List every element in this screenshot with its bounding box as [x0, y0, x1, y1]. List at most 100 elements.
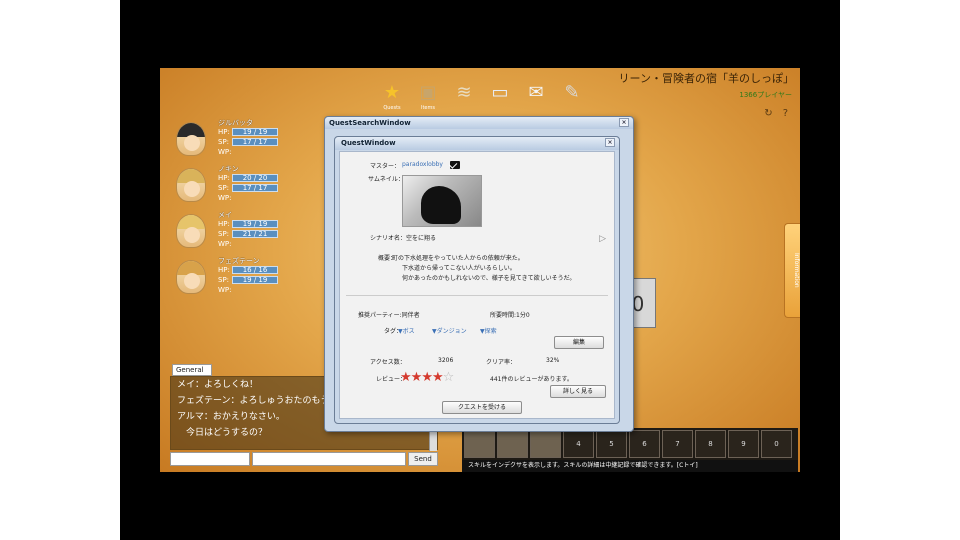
star-filled-icon: ★ [400, 370, 412, 385]
wp-label: WP: [218, 148, 232, 156]
sp-label: SP: [218, 230, 230, 238]
hp-label: HP: [218, 266, 230, 274]
details-button[interactable]: 詳しく見る [550, 385, 606, 398]
master-label: マスター： [370, 163, 401, 170]
hotbar-slot[interactable]: 5 [596, 430, 627, 458]
tag-link[interactable]: ▼探索 [480, 326, 497, 335]
party-member[interactable]: フェズテーン HP: 16 / 16 SP: 19 / 19 WP: [170, 254, 310, 300]
window-icon: ▭ [491, 82, 509, 103]
window-titlebar[interactable]: QuestWindow × [335, 137, 619, 150]
player-count: 1366プレイヤー [739, 91, 792, 99]
mail-icon: ✉ [528, 82, 544, 103]
accept-quest-button[interactable]: クエストを受ける [442, 401, 522, 414]
chat-channel-select[interactable] [170, 452, 250, 466]
tag-link[interactable]: ▼ダンジョン [432, 326, 467, 335]
hotbar-slot[interactable] [530, 430, 561, 458]
hp-value: 19 / 19 [232, 220, 278, 228]
avatar[interactable] [176, 122, 206, 156]
star-filled-icon: ★ [410, 370, 423, 385]
information-tab[interactable]: Information [784, 223, 800, 318]
arrow-right-icon[interactable]: ▷ [599, 234, 606, 244]
mail-icon[interactable] [450, 161, 460, 169]
toolbar-button[interactable]: ▣ Items [414, 82, 442, 112]
hotbar-slot[interactable]: 4 [563, 430, 594, 458]
send-button[interactable]: Send [408, 452, 438, 466]
toolbar-button[interactable]: ✉ [522, 82, 550, 112]
avatar-face [184, 273, 200, 289]
time-required: 所要時間:1分0 [490, 312, 530, 319]
clear-rate-label: クリア率： [486, 359, 517, 366]
thumbnail-label: サムネイル： [368, 176, 404, 183]
summary-line: 町の下水処理をやっていた人からの依頼が来た。 [392, 255, 524, 262]
window-titlebar[interactable]: QuestSearchWindow × [325, 117, 633, 129]
member-name: フェズテーン [218, 257, 260, 265]
quill-icon: ✎ [564, 82, 580, 103]
rating-stars: ★★★★☆ [400, 370, 455, 385]
sp-value: 19 / 19 [232, 276, 278, 284]
member-name: ジルバッタ [218, 119, 253, 127]
close-icon[interactable]: × [605, 138, 615, 147]
master-link[interactable]: paradoxlobby [402, 161, 443, 168]
sp-label: SP: [218, 138, 230, 146]
wp-label: WP: [218, 194, 232, 202]
hp-label: HP: [218, 220, 230, 228]
hp-value: 19 / 19 [232, 128, 278, 136]
quest-thumbnail [402, 175, 482, 227]
hotbar-hint: スキルをインデクサを表示します。スキルの詳細は中継記録で確認できます。[Cトイ] [462, 460, 798, 472]
party-member[interactable]: メイ HP: 19 / 19 SP: 21 / 21 WP: [170, 208, 310, 254]
toolbar-button[interactable]: ✎ [558, 82, 586, 112]
summary-line: 下水道から帰ってこない人がいるらしい。 [402, 265, 516, 272]
hotbar-slot[interactable]: 9 [728, 430, 759, 458]
party-member[interactable]: ジルバッタ HP: 19 / 19 SP: 17 / 17 WP: [170, 116, 310, 162]
hotbar-slot[interactable] [464, 430, 495, 458]
summary-line: 何かあったのかもしれないので、様子を見てきて欲しいそうだ。 [402, 275, 576, 282]
hp-value: 16 / 16 [232, 266, 278, 274]
scenario-name: シナリオ名：空をに翔る [370, 235, 437, 242]
hotbar-slot[interactable]: 6 [629, 430, 660, 458]
access-count: 3206 [438, 357, 454, 364]
letterbox-bottom [120, 472, 840, 540]
quest-details: マスター： paradoxlobby サムネイル： シナリオ名：空をに翔る ▷ … [339, 151, 615, 419]
sp-value: 21 / 21 [232, 230, 278, 238]
hotbar-slot[interactable]: 7 [662, 430, 693, 458]
avatar[interactable] [176, 214, 206, 248]
member-name: メイ [218, 211, 232, 219]
sp-row: SP: 17 / 17 [218, 138, 278, 146]
chat-input[interactable] [252, 452, 406, 466]
skill-hotbar: 4567890 [462, 428, 798, 460]
star-filled-icon: ★ [421, 370, 433, 385]
avatar-face [184, 135, 200, 151]
letterbox-right [800, 68, 840, 472]
sp-value: 17 / 17 [232, 184, 278, 192]
toolbar-button[interactable]: ★ Quests [378, 82, 406, 112]
toolbar-button[interactable]: ▭ [486, 82, 514, 112]
area-title: リーン・冒険者の宿「羊のしっぽ」 [618, 72, 794, 85]
star-empty-icon: ☆ [442, 370, 455, 385]
help-icon[interactable]: ? [783, 108, 788, 119]
letterbox-left [120, 68, 160, 472]
hotbar-slot[interactable]: 8 [695, 430, 726, 458]
sp-label: SP: [218, 276, 230, 284]
hp-row: HP: 19 / 19 [218, 220, 278, 228]
edit-button[interactable]: 編集 [554, 336, 604, 349]
star-filled-icon: ★ [431, 370, 444, 385]
toolbar-button[interactable]: ≋ [450, 82, 478, 112]
sp-value: 17 / 17 [232, 138, 278, 146]
sp-row: SP: 21 / 21 [218, 230, 278, 238]
star-icon: ★ [383, 82, 401, 103]
refresh-icon[interactable]: ↻ [764, 108, 772, 119]
toolbar-label: Items [421, 105, 435, 111]
tag-link[interactable]: ▼ボス [398, 326, 415, 335]
hotbar-slot[interactable] [497, 430, 528, 458]
chat-tab-general[interactable]: General [172, 364, 212, 376]
box-icon: ▣ [419, 82, 437, 103]
hotbar-slot[interactable]: 0 [761, 430, 792, 458]
letterbox-top [120, 0, 840, 68]
avatar-face [184, 181, 200, 197]
wp-row: WP: [218, 148, 232, 156]
close-icon[interactable]: × [619, 118, 629, 127]
party-member[interactable]: ノキン HP: 20 / 20 SP: 17 / 17 WP: [170, 162, 310, 208]
avatar[interactable] [176, 168, 206, 202]
avatar[interactable] [176, 260, 206, 294]
clear-rate: 32% [546, 357, 560, 364]
